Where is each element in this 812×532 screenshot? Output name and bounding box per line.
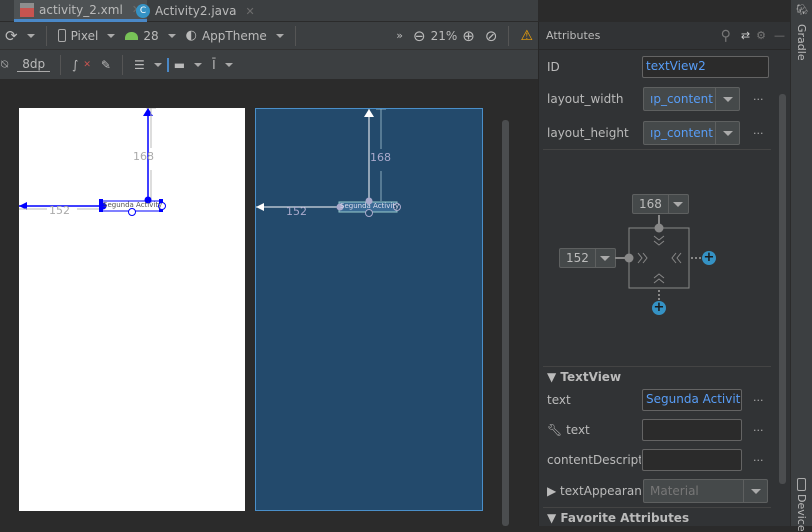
constraint-widget: 168 152 + + — [539, 192, 775, 322]
text-appearance-expander[interactable]: ▶ textAppearanc — [547, 484, 641, 498]
more-button[interactable]: ··· — [753, 127, 764, 140]
phone-icon — [57, 29, 66, 42]
right-tool-strip: 🐘︎ Gradle Device — [790, 0, 812, 532]
add-bottom-constraint-icon[interactable]: + — [652, 301, 666, 315]
zoom-level: 21% — [430, 28, 458, 43]
swap-view-icon[interactable]: ⇄ — [741, 29, 750, 42]
zoom-in-button[interactable]: ⊕ — [457, 27, 480, 45]
gradle-icon: 🐘︎ — [796, 5, 809, 16]
rotate-icon: ⟳ — [5, 26, 18, 45]
more-button[interactable]: ··· — [753, 454, 764, 467]
warning-icon[interactable]: ⚠ — [515, 28, 538, 44]
panel-title: Attributes — [546, 29, 601, 42]
divider — [543, 366, 771, 367]
search-icon[interactable]: ⚲ — [721, 28, 731, 44]
content-description-field[interactable] — [642, 449, 742, 471]
attr-content-description-row: contentDescriptic ··· — [539, 446, 775, 474]
layout-width-dropdown[interactable]: ıp_content — [643, 87, 740, 111]
attr-id-row: ID textView2 — [539, 53, 775, 81]
constraint-overlay — [19, 108, 166, 216]
design-toolbar: ⟳ Pixel 28 ◐ AppTheme » ⊖ 21% ⊕ ⊘ ⚠ — [0, 22, 538, 50]
textview-section-header[interactable]: ▼ TextView — [547, 370, 621, 384]
blueprint-textview[interactable]: Segunda Activity — [340, 202, 399, 210]
canvas-scrollbar[interactable] — [502, 120, 509, 526]
panel-scrollbar[interactable] — [779, 94, 786, 484]
attr-text-row: text Segunda Activity ··· — [539, 386, 775, 414]
attr-tools-text-row: 🔧︎ text ··· — [539, 416, 775, 444]
id-field[interactable]: textView2 — [642, 56, 769, 78]
minimize-icon[interactable]: — — [774, 29, 785, 42]
attr-label: text — [547, 393, 571, 407]
attributes-panel: Attributes ⚲ ⇄ ⚙ — ID textView2 layout_w… — [538, 22, 791, 526]
chevron-down-icon — [750, 488, 761, 494]
close-icon[interactable]: ✕ — [245, 5, 254, 18]
attr-layout-width-row: layout_width ıp_content ··· — [539, 85, 775, 113]
layout-xml-icon — [20, 2, 34, 17]
device-selector[interactable]: Pixel — [53, 29, 121, 43]
text-field[interactable]: Segunda Activity — [642, 389, 742, 411]
zoom-out-button[interactable]: ⊖ — [408, 27, 431, 45]
layout-toolbar: ⍉ 8dp ∫ ✕ ✎ ☰ ▬ Ī — [0, 50, 538, 80]
tab-label: activity_2.xml — [39, 2, 123, 17]
tab-label: Activity2.java — [155, 4, 237, 18]
blueprint-margin-top-label: 168 — [370, 151, 391, 164]
divider — [543, 507, 771, 508]
autoconnect-icon[interactable]: ⍉ — [0, 57, 13, 72]
orientation-button[interactable]: ⟳ — [0, 27, 40, 45]
attr-label: layout_height — [547, 126, 629, 140]
guidelines-icon[interactable]: Ī — [207, 58, 238, 72]
clear-constraints-icon[interactable]: ∫ ✕ — [67, 58, 96, 72]
align-icon[interactable]: ▬ — [166, 57, 207, 72]
design-surface[interactable]: 168 152 Segunda Activity — [19, 108, 245, 511]
margin-top-label: 168 — [133, 150, 154, 163]
theme-icon: ◐ — [185, 28, 197, 43]
pack-icon[interactable]: ☰ — [129, 58, 167, 72]
chevron-down-icon — [722, 130, 733, 136]
favorite-attributes-section-header[interactable]: ▼ Favorite Attributes — [547, 511, 689, 525]
android-icon — [125, 31, 139, 40]
editor-tab-bar: activity_2.xml ✕ C Activity2.java ✕ — [0, 0, 538, 22]
theme-selector[interactable]: ◐ AppTheme — [181, 28, 289, 43]
gear-icon[interactable]: ⚙ — [756, 29, 766, 42]
add-right-constraint-icon[interactable]: + — [702, 251, 716, 265]
attr-label: 🔧︎ text — [547, 423, 590, 437]
blueprint-constraint-overlay — [256, 109, 401, 217]
layout-height-dropdown[interactable]: ıp_content — [643, 121, 740, 145]
attr-label: layout_width — [547, 92, 624, 106]
more-button[interactable]: ··· — [753, 394, 764, 407]
margin-left-label: 152 — [49, 204, 70, 217]
divider — [543, 149, 771, 150]
tab-activity2-java[interactable]: C Activity2.java ✕ — [130, 0, 261, 22]
attr-layout-height-row: layout_height ıp_content ··· — [539, 119, 775, 147]
attr-label: contentDescriptic — [547, 453, 641, 467]
wrench-icon: 🔧︎ — [547, 423, 563, 437]
blueprint-surface[interactable]: 168 152 Segunda Activity — [255, 108, 483, 511]
more-icon[interactable]: » — [391, 29, 408, 42]
infer-constraints-icon[interactable]: ✎ — [96, 58, 116, 72]
default-margin-button[interactable]: 8dp — [17, 57, 51, 72]
attr-text-appearance-row: ▶ textAppearanc Material — [539, 477, 775, 505]
more-button[interactable]: ··· — [753, 424, 764, 437]
gradle-tool-button[interactable]: Gradle — [795, 24, 808, 61]
device-icon — [797, 478, 806, 491]
textview-preview[interactable]: Segunda Activity — [103, 201, 162, 209]
design-canvas[interactable]: 168 152 Segunda Activity 168 152 Segunda… — [0, 80, 538, 526]
text-appearance-dropdown[interactable]: Material — [643, 479, 768, 503]
tools-text-field[interactable] — [642, 419, 742, 441]
panel-header: Attributes ⚲ ⇄ ⚙ — — [539, 22, 791, 50]
more-button[interactable]: ··· — [753, 93, 764, 106]
chevron-down-icon — [722, 96, 733, 102]
attr-label: ID — [547, 60, 560, 74]
class-c-icon: C — [136, 4, 150, 18]
api-level-selector[interactable]: 28 — [120, 29, 180, 43]
zoom-fit-button[interactable]: ⊘ — [480, 27, 503, 45]
blueprint-margin-left-label: 152 — [286, 205, 307, 218]
tab-activity-2-xml[interactable]: activity_2.xml ✕ — [14, 0, 148, 22]
